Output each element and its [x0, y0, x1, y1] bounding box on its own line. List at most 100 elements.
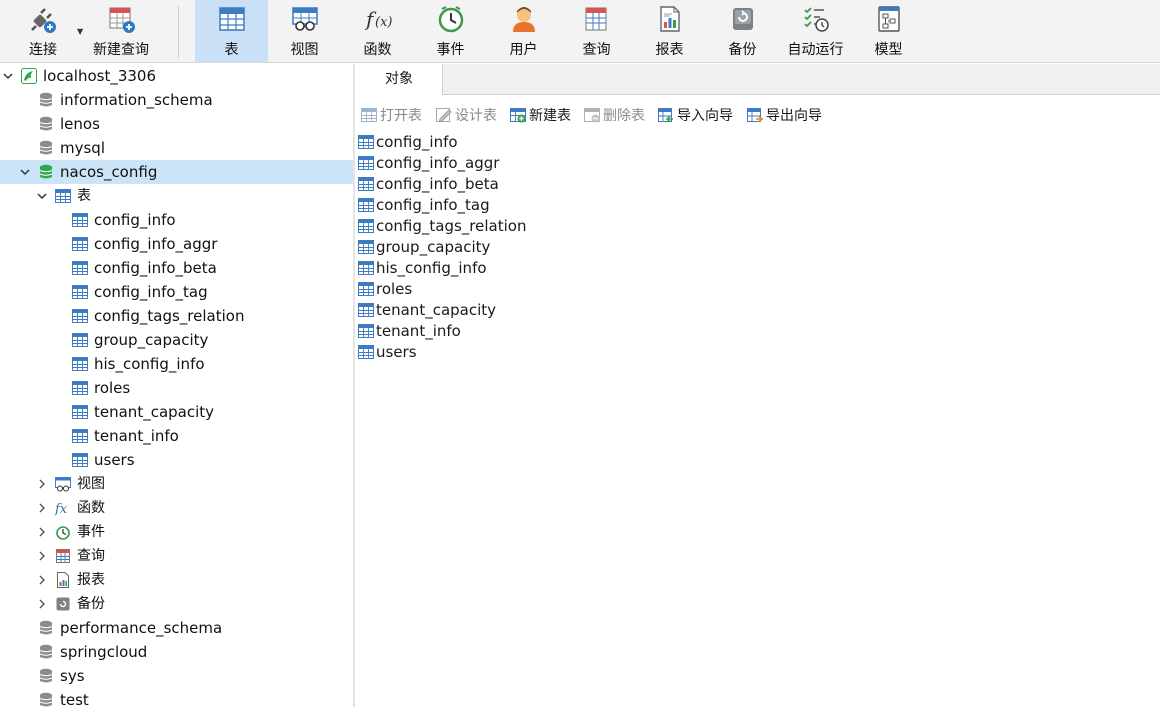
table-icon — [72, 428, 88, 444]
tree-label: config_info_beta — [94, 259, 217, 277]
tree-db-lenos[interactable]: lenos — [0, 112, 353, 136]
tree-table-item[interactable]: tenant_capacity — [0, 400, 353, 424]
object-list-item[interactable]: tenant_info — [356, 320, 461, 341]
tree-label: mysql — [60, 139, 105, 157]
import-wizard-button[interactable]: 导入向导 — [658, 103, 733, 127]
object-list-item[interactable]: config_info_tag — [356, 194, 490, 215]
object-name: config_info — [376, 132, 458, 151]
database-icon — [38, 92, 54, 108]
backup-button[interactable]: 备份 — [706, 0, 779, 62]
table-icon — [55, 188, 71, 204]
event-clock-icon — [436, 4, 466, 34]
table-icon — [72, 236, 88, 252]
object-list-item[interactable]: config_info — [356, 131, 458, 152]
tree-table-item[interactable]: tenant_info — [0, 424, 353, 448]
tree-table-item[interactable]: config_info_beta — [0, 256, 353, 280]
tab-objects[interactable]: 对象 — [356, 64, 443, 95]
tree-db-information-schema[interactable]: information_schema — [0, 88, 353, 112]
tree-label: sys — [60, 667, 85, 685]
design-table-button[interactable]: 设计表 — [436, 103, 497, 127]
tree-group-views[interactable]: 视图 — [0, 472, 353, 496]
model-button[interactable]: 模型 — [852, 0, 925, 62]
expand-chevron-icon[interactable] — [35, 592, 49, 616]
expand-chevron-icon[interactable] — [35, 568, 49, 592]
open-table-button[interactable]: 打开表 — [361, 103, 422, 127]
function-button[interactable]: f (x) 函数 — [341, 0, 414, 62]
query-icon — [55, 548, 71, 564]
table-icon — [72, 212, 88, 228]
collapse-chevron-icon[interactable] — [35, 184, 49, 208]
view-button[interactable]: 视图 — [268, 0, 341, 62]
tree-table-item[interactable]: config_info_tag — [0, 280, 353, 304]
tree-table-item[interactable]: group_capacity — [0, 328, 353, 352]
tree-group-backups[interactable]: 备份 — [0, 592, 353, 616]
tree-group-functions[interactable]: fx 函数 — [0, 496, 353, 520]
tree-db-mysql[interactable]: mysql — [0, 136, 353, 160]
tree-group-queries[interactable]: 查询 — [0, 544, 353, 568]
tree-table-item[interactable]: his_config_info — [0, 352, 353, 376]
object-list-item[interactable]: config_info_aggr — [356, 152, 499, 173]
export-wizard-button[interactable]: 导出向导 — [747, 103, 822, 127]
object-list-item[interactable]: tenant_capacity — [356, 299, 496, 320]
query-button[interactable]: 查询 — [560, 0, 633, 62]
database-icon — [38, 140, 54, 156]
object-list-item[interactable]: his_config_info — [356, 257, 487, 278]
user-avatar-icon — [509, 4, 539, 34]
tree-label: performance_schema — [60, 619, 223, 637]
automation-checklist-icon — [801, 4, 831, 34]
tree-db-nacos-config[interactable]: nacos_config — [0, 160, 353, 184]
tree-table-item[interactable]: config_tags_relation — [0, 304, 353, 328]
new-table-button[interactable]: 新建表 — [510, 103, 571, 127]
table-icon — [358, 281, 374, 296]
table-icon — [358, 323, 374, 338]
tree-label: test — [60, 691, 89, 707]
delete-table-button[interactable]: 删除表 — [584, 103, 645, 127]
object-list-item[interactable]: users — [356, 341, 417, 362]
object-toolbar: 打开表 设计表 新建表 删除表 导入向导 导出向导 — [356, 103, 1160, 127]
tree-table-item[interactable]: config_info — [0, 208, 353, 232]
report-button[interactable]: 报表 — [633, 0, 706, 62]
model-label: 模型 — [874, 42, 903, 58]
delete-table-icon — [584, 108, 600, 123]
open-table-label: 打开表 — [380, 108, 422, 124]
tree-table-item[interactable]: users — [0, 448, 353, 472]
new-query-button[interactable]: 新建查询 — [89, 0, 153, 62]
connect-dropdown-caret-icon[interactable]: ▼ — [77, 27, 83, 36]
import-wizard-label: 导入向导 — [677, 108, 733, 124]
object-list-item[interactable]: roles — [356, 278, 412, 299]
object-list-item[interactable]: group_capacity — [356, 236, 490, 257]
tree-db-performance-schema[interactable]: performance_schema — [0, 616, 353, 640]
table-button[interactable]: 表 — [195, 0, 268, 62]
tree-group-tables[interactable]: 表 — [0, 184, 353, 208]
collapse-chevron-icon[interactable] — [1, 64, 15, 88]
table-icon — [358, 344, 374, 359]
tree-group-events[interactable]: 事件 — [0, 520, 353, 544]
event-button[interactable]: 事件 — [414, 0, 487, 62]
expand-chevron-icon[interactable] — [35, 520, 49, 544]
svg-text:fx: fx — [55, 502, 68, 516]
tree-db-sys[interactable]: sys — [0, 664, 353, 688]
report-label: 报表 — [655, 42, 684, 58]
collapse-chevron-icon[interactable] — [18, 160, 32, 184]
automation-button[interactable]: 自动运行 — [779, 0, 852, 62]
tree-db-test[interactable]: test — [0, 688, 353, 707]
tree-db-springcloud[interactable]: springcloud — [0, 640, 353, 664]
tree-label: 函数 — [77, 500, 105, 516]
tree-table-item[interactable]: config_info_aggr — [0, 232, 353, 256]
tree-group-reports[interactable]: 报表 — [0, 568, 353, 592]
table-icon — [72, 404, 88, 420]
object-list-item[interactable]: config_info_beta — [356, 173, 499, 194]
expand-chevron-icon[interactable] — [35, 472, 49, 496]
expand-chevron-icon[interactable] — [35, 496, 49, 520]
connect-button[interactable]: 连接 — [20, 0, 66, 62]
tree-connection-localhost[interactable]: localhost_3306 — [0, 64, 353, 88]
object-list-item[interactable]: config_tags_relation — [356, 215, 526, 236]
tree-label: information_schema — [60, 91, 213, 109]
pane-splitter[interactable] — [353, 64, 355, 707]
view-glasses-icon — [290, 4, 320, 34]
tree-table-item[interactable]: roles — [0, 376, 353, 400]
expand-chevron-icon[interactable] — [35, 544, 49, 568]
user-button[interactable]: 用户 — [487, 0, 560, 62]
connect-plug-icon — [28, 4, 58, 34]
view-label: 视图 — [290, 42, 319, 58]
